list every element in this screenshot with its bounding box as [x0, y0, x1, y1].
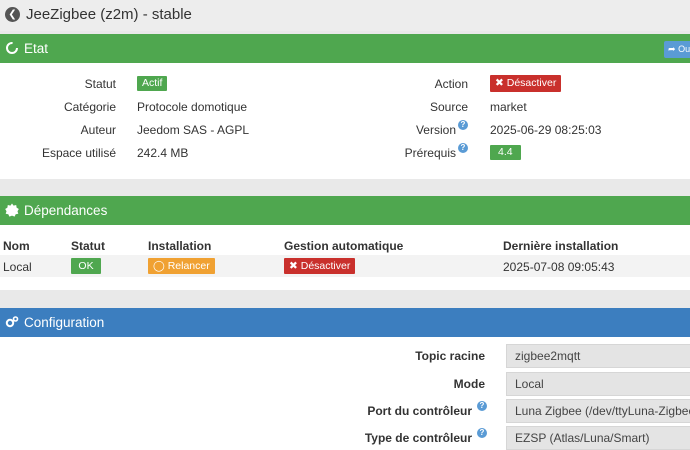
espace-value: 242.4 MB — [137, 146, 189, 160]
share-button[interactable]: ➦ Ou — [664, 41, 690, 58]
source-value: market — [490, 100, 527, 114]
auteur-value: Jeedom SAS - AGPL — [137, 123, 249, 137]
etat-panel-body: Statut Actif Catégorie Protocole domotiq… — [0, 63, 690, 179]
action-label: Action — [434, 77, 468, 91]
etat-panel-header: Etat — [0, 34, 690, 63]
col-gestion: Gestion automatique — [284, 239, 404, 253]
version-value: 2025-06-29 08:25:03 — [490, 123, 602, 137]
circle-notch-icon — [6, 42, 18, 54]
categorie-value: Protocole domotique — [137, 100, 248, 114]
question-circle-icon[interactable]: ? — [458, 143, 468, 153]
etat-panel-title: Etat — [24, 41, 49, 56]
categorie-label: Catégorie — [63, 100, 116, 114]
dep-nom: Local — [3, 260, 32, 274]
statut-label: Statut — [84, 77, 116, 91]
arrow-circle-left-icon[interactable]: ❮ — [5, 7, 20, 22]
col-statut: Statut — [71, 239, 105, 253]
page-title: JeeZigbee (z2m) - stable — [26, 6, 192, 23]
auteur-label: Auteur — [80, 123, 116, 137]
auteur-license: - AGPL — [207, 123, 250, 137]
share-icon: ➦ — [668, 44, 676, 54]
port-controleur-select[interactable]: Luna Zigbee (/dev/ttyLuna-Zigbee) — [506, 399, 690, 423]
version-label: Version — [415, 123, 456, 137]
configuration-panel-body: Topic racine zigbee2mqtt Mode Local Port… — [0, 337, 690, 450]
port-controleur-label: Port du contrôleur — [367, 404, 472, 418]
table-row: Local OK ◯ Relancer ✖ Désactiver 2025-07… — [0, 255, 690, 277]
bicycle-icon: ◯ — [153, 260, 165, 272]
source-label: Source — [429, 100, 468, 114]
question-circle-icon[interactable]: ? — [458, 120, 468, 130]
dependances-panel-title: Dépendances — [24, 203, 108, 218]
auteur-link[interactable]: Jeedom SAS — [137, 123, 207, 137]
topic-racine-label: Topic racine — [415, 349, 485, 363]
espace-label: Espace utilisé — [41, 146, 116, 160]
question-circle-icon[interactable]: ? — [477, 401, 487, 411]
dependances-panel-header: Dépendances — [0, 196, 690, 225]
prerequis-label: Prérequis — [404, 146, 456, 160]
statut-badge: Actif — [137, 76, 168, 91]
dep-status-badge: OK — [71, 258, 101, 274]
topic-racine-input[interactable]: zigbee2mqtt — [506, 344, 690, 368]
col-installation: Installation — [148, 239, 212, 253]
cogs-icon — [5, 316, 19, 328]
desactiver-gestion-button[interactable]: ✖ Désactiver — [284, 258, 356, 274]
top-bar: ❮ JeeZigbee (z2m) - stable — [0, 0, 690, 31]
mode-label: Mode — [453, 377, 485, 391]
configuration-panel-title: Configuration — [24, 315, 105, 330]
times-icon: ✖ — [495, 77, 504, 89]
mode-select[interactable]: Local — [506, 372, 690, 396]
question-circle-icon[interactable]: ? — [477, 428, 487, 438]
col-derniere: Dernière installation — [503, 239, 619, 253]
type-controleur-label: Type de contrôleur — [364, 431, 472, 445]
relancer-button[interactable]: ◯ Relancer — [148, 258, 215, 274]
prerequis-badge: 4.4 — [490, 145, 521, 160]
desactiver-plugin-button[interactable]: ✖ Désactiver — [490, 75, 562, 92]
certificate-icon — [5, 203, 19, 217]
times-icon: ✖ — [289, 260, 298, 272]
configuration-panel-header: Configuration — [0, 308, 690, 337]
type-controleur-select[interactable]: EZSP (Atlas/Luna/Smart) — [506, 426, 690, 450]
dep-derniere: 2025-07-08 09:05:43 — [503, 260, 615, 274]
col-nom: Nom — [3, 239, 30, 253]
dependances-panel-body: Nom Statut Installation Gestion automati… — [0, 225, 690, 290]
